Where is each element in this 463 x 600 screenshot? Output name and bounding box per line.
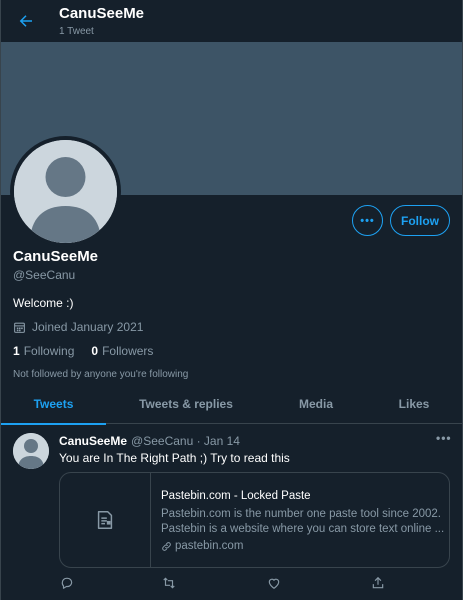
card-title: Pastebin.com - Locked Paste [161, 490, 311, 502]
card-thumbnail [60, 473, 151, 567]
tweet-more-button[interactable]: ••• [436, 431, 452, 445]
tab-tweets[interactable]: Tweets [1, 383, 106, 425]
card-domain: pastebin.com [161, 539, 439, 554]
document-icon [97, 511, 113, 529]
retweet-button[interactable] [161, 575, 177, 591]
header-tweet-count: 1 Tweet [59, 25, 94, 37]
following-label: Following [23, 344, 75, 358]
like-icon [268, 578, 280, 589]
tweet-avatar[interactable] [13, 433, 49, 469]
profile-joined: Joined January 2021 [13, 319, 453, 335]
tweet[interactable]: CanuSeeMe @SeeCanu · Jan 14 ••• You are … [1, 425, 462, 600]
more-options-button[interactable]: ••• [352, 205, 383, 236]
card-description: Pastebin.com is the number one paste too… [161, 508, 445, 535]
default-avatar-icon [14, 140, 117, 243]
calendar-icon [14, 322, 25, 333]
top-bar: CanuSeeMe 1 Tweet [1, 0, 462, 42]
like-button[interactable] [266, 575, 282, 591]
share-button[interactable] [370, 575, 386, 591]
tweet-author-name[interactable]: CanuSeeMe [59, 433, 127, 449]
tab-tweets-replies[interactable]: Tweets & replies [106, 383, 266, 424]
profile-name: CanuSeeMe [13, 248, 99, 265]
card-domain-text: pastebin.com [175, 540, 244, 552]
tweet-text: You are In The Right Path ;) Try to read… [59, 451, 290, 465]
reply-icon [61, 577, 73, 589]
profile-tabs: Tweets Tweets & replies Media Likes [1, 383, 462, 425]
tab-media[interactable]: Media [266, 383, 366, 424]
followers-link[interactable]: 0 Followers [91, 343, 153, 359]
profile-info: CanuSeeMe @SeeCanu Welcome :) Joined Jan… [13, 248, 453, 382]
tab-likes[interactable]: Likes [366, 383, 462, 424]
retweet-icon [163, 577, 175, 589]
link-icon [162, 542, 171, 551]
default-avatar-icon [13, 433, 49, 469]
reply-button[interactable] [59, 575, 75, 591]
tweet-actions [59, 575, 389, 591]
profile-bio: Welcome :) [13, 296, 74, 310]
back-button[interactable] [5, 0, 47, 42]
joined-date: Joined January 2021 [32, 320, 144, 334]
tweet-meta: @SeeCanu · Jan 14 [131, 434, 240, 448]
following-count: 1 [13, 344, 20, 358]
following-link[interactable]: 1 Following [13, 343, 74, 359]
profile-handle: @SeeCanu [13, 268, 76, 282]
header-title: CanuSeeMe [59, 4, 145, 22]
link-card[interactable]: Pastebin.com - Locked Paste Pastebin.com… [59, 472, 450, 568]
followers-label: Followers [102, 344, 154, 358]
follow-button[interactable]: Follow [390, 205, 450, 236]
not-followed-note: Not followed by anyone you're following [13, 369, 189, 380]
followers-count: 0 [91, 344, 99, 358]
back-arrow-icon [19, 15, 32, 27]
share-icon [372, 576, 384, 589]
follow-stats: 1 Following 0 Followers [13, 343, 453, 359]
profile-avatar[interactable] [10, 136, 121, 247]
